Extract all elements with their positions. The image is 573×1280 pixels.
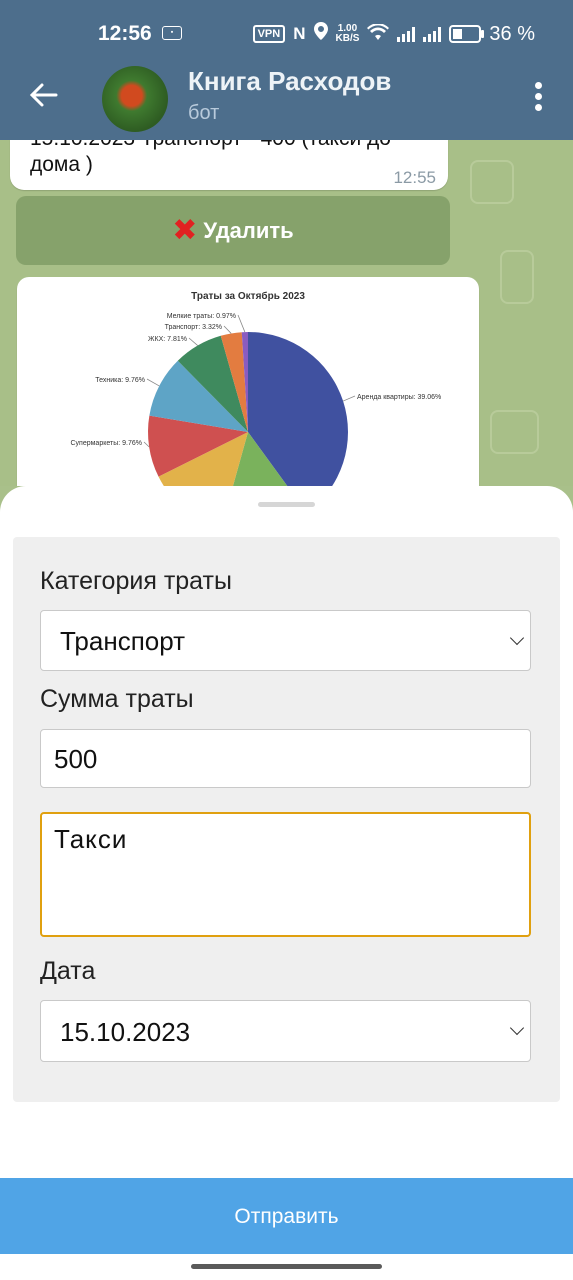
message-time: 12:55 xyxy=(393,168,436,187)
comment-textarea[interactable]: Такси xyxy=(40,812,531,937)
chart-image-message[interactable]: Траты за Октябрь 2023 Аренда квартиры: 3… xyxy=(17,277,479,486)
pie-leader-line xyxy=(223,325,232,334)
pie-leader-line xyxy=(237,314,246,333)
amount-label: Сумма траты xyxy=(40,685,194,713)
date-label: Дата xyxy=(40,957,96,985)
submit-button[interactable]: Отправить xyxy=(0,1178,573,1254)
signal-icon-2 xyxy=(423,26,442,42)
wallpaper-doodle xyxy=(500,250,534,304)
message-text: 15.10.2023 Транспорт - 400 (такси до дом… xyxy=(30,140,391,176)
date-value: 15.10.2023 xyxy=(60,1017,191,1047)
bottom-sheet: Категория траты Транспорт Сумма траты 50… xyxy=(0,486,573,1280)
network-speed: 1.00 KB/S xyxy=(335,23,360,44)
amount-input[interactable]: 500 xyxy=(40,729,531,788)
pie-slice-label: Техника: 9.76% xyxy=(95,377,145,384)
battery-icon xyxy=(449,25,485,43)
category-value: Транспорт xyxy=(60,626,186,656)
status-bar: 12:56 ▪ VPN N 1.00 KB/S 36 % xyxy=(0,0,573,66)
chat-title[interactable]: Книга Расходов xyxy=(188,66,391,97)
home-gesture-pill[interactable] xyxy=(191,1264,382,1269)
pie-slice-label: Мелкие траты: 0.97% xyxy=(167,313,236,320)
delete-button[interactable]: ✖ Удалить xyxy=(16,196,450,265)
date-select[interactable]: 15.10.2023 xyxy=(40,1000,531,1062)
pie-slice-label: Супермаркеты: 9.76% xyxy=(70,440,142,447)
pie-leader-line xyxy=(146,378,160,387)
more-menu-icon[interactable] xyxy=(535,82,543,115)
chevron-down-icon xyxy=(509,1020,525,1036)
vpn-icon: VPN xyxy=(252,25,286,43)
category-label: Категория траты xyxy=(40,567,232,595)
status-time: 12:56 xyxy=(98,22,152,45)
location-icon xyxy=(313,22,328,46)
chat-header: Книга Расходов бот xyxy=(0,66,573,140)
nfc-icon: N xyxy=(293,24,306,43)
battery-percent: 36 % xyxy=(489,22,535,45)
delete-label: Удалить xyxy=(203,217,294,243)
pie-slice-label: ЖКХ: 7.81% xyxy=(148,336,187,343)
wifi-icon xyxy=(367,22,390,46)
sim-card-icon: ▪ xyxy=(162,26,182,40)
signal-icon-1 xyxy=(397,26,416,42)
pie-leader-line xyxy=(342,395,356,402)
message-bubble[interactable]: 15.10.2023 Транспорт - 400 (такси до дом… xyxy=(10,140,448,190)
comment-value: Такси xyxy=(54,824,128,854)
amount-value: 500 xyxy=(54,744,98,774)
pie-slice-label: Транспорт: 3.32% xyxy=(165,324,222,331)
back-arrow-icon[interactable] xyxy=(28,80,58,116)
expense-form: Категория траты Транспорт Сумма траты 50… xyxy=(13,537,560,1102)
bot-avatar[interactable] xyxy=(102,66,168,132)
sheet-drag-handle[interactable] xyxy=(258,502,315,507)
chevron-down-icon xyxy=(509,630,525,645)
category-select[interactable]: Транспорт xyxy=(40,610,531,671)
navigation-bar xyxy=(0,1254,573,1280)
chat-area: 15.10.2023 Транспорт - 400 (такси до дом… xyxy=(0,140,573,486)
cross-mark-icon: ✖ xyxy=(172,214,198,247)
pie-leader-line xyxy=(143,441,150,448)
wallpaper-doodle xyxy=(490,410,539,454)
pie-slice-label: Аренда квартиры: 39.06% xyxy=(357,394,441,401)
chat-subtitle: бот xyxy=(188,102,220,124)
wallpaper-doodle xyxy=(470,160,514,204)
pie-chart: Аренда квартиры: 39.06% Супермаркеты: 9.7… xyxy=(70,313,441,486)
pie-leader-line xyxy=(188,337,198,346)
